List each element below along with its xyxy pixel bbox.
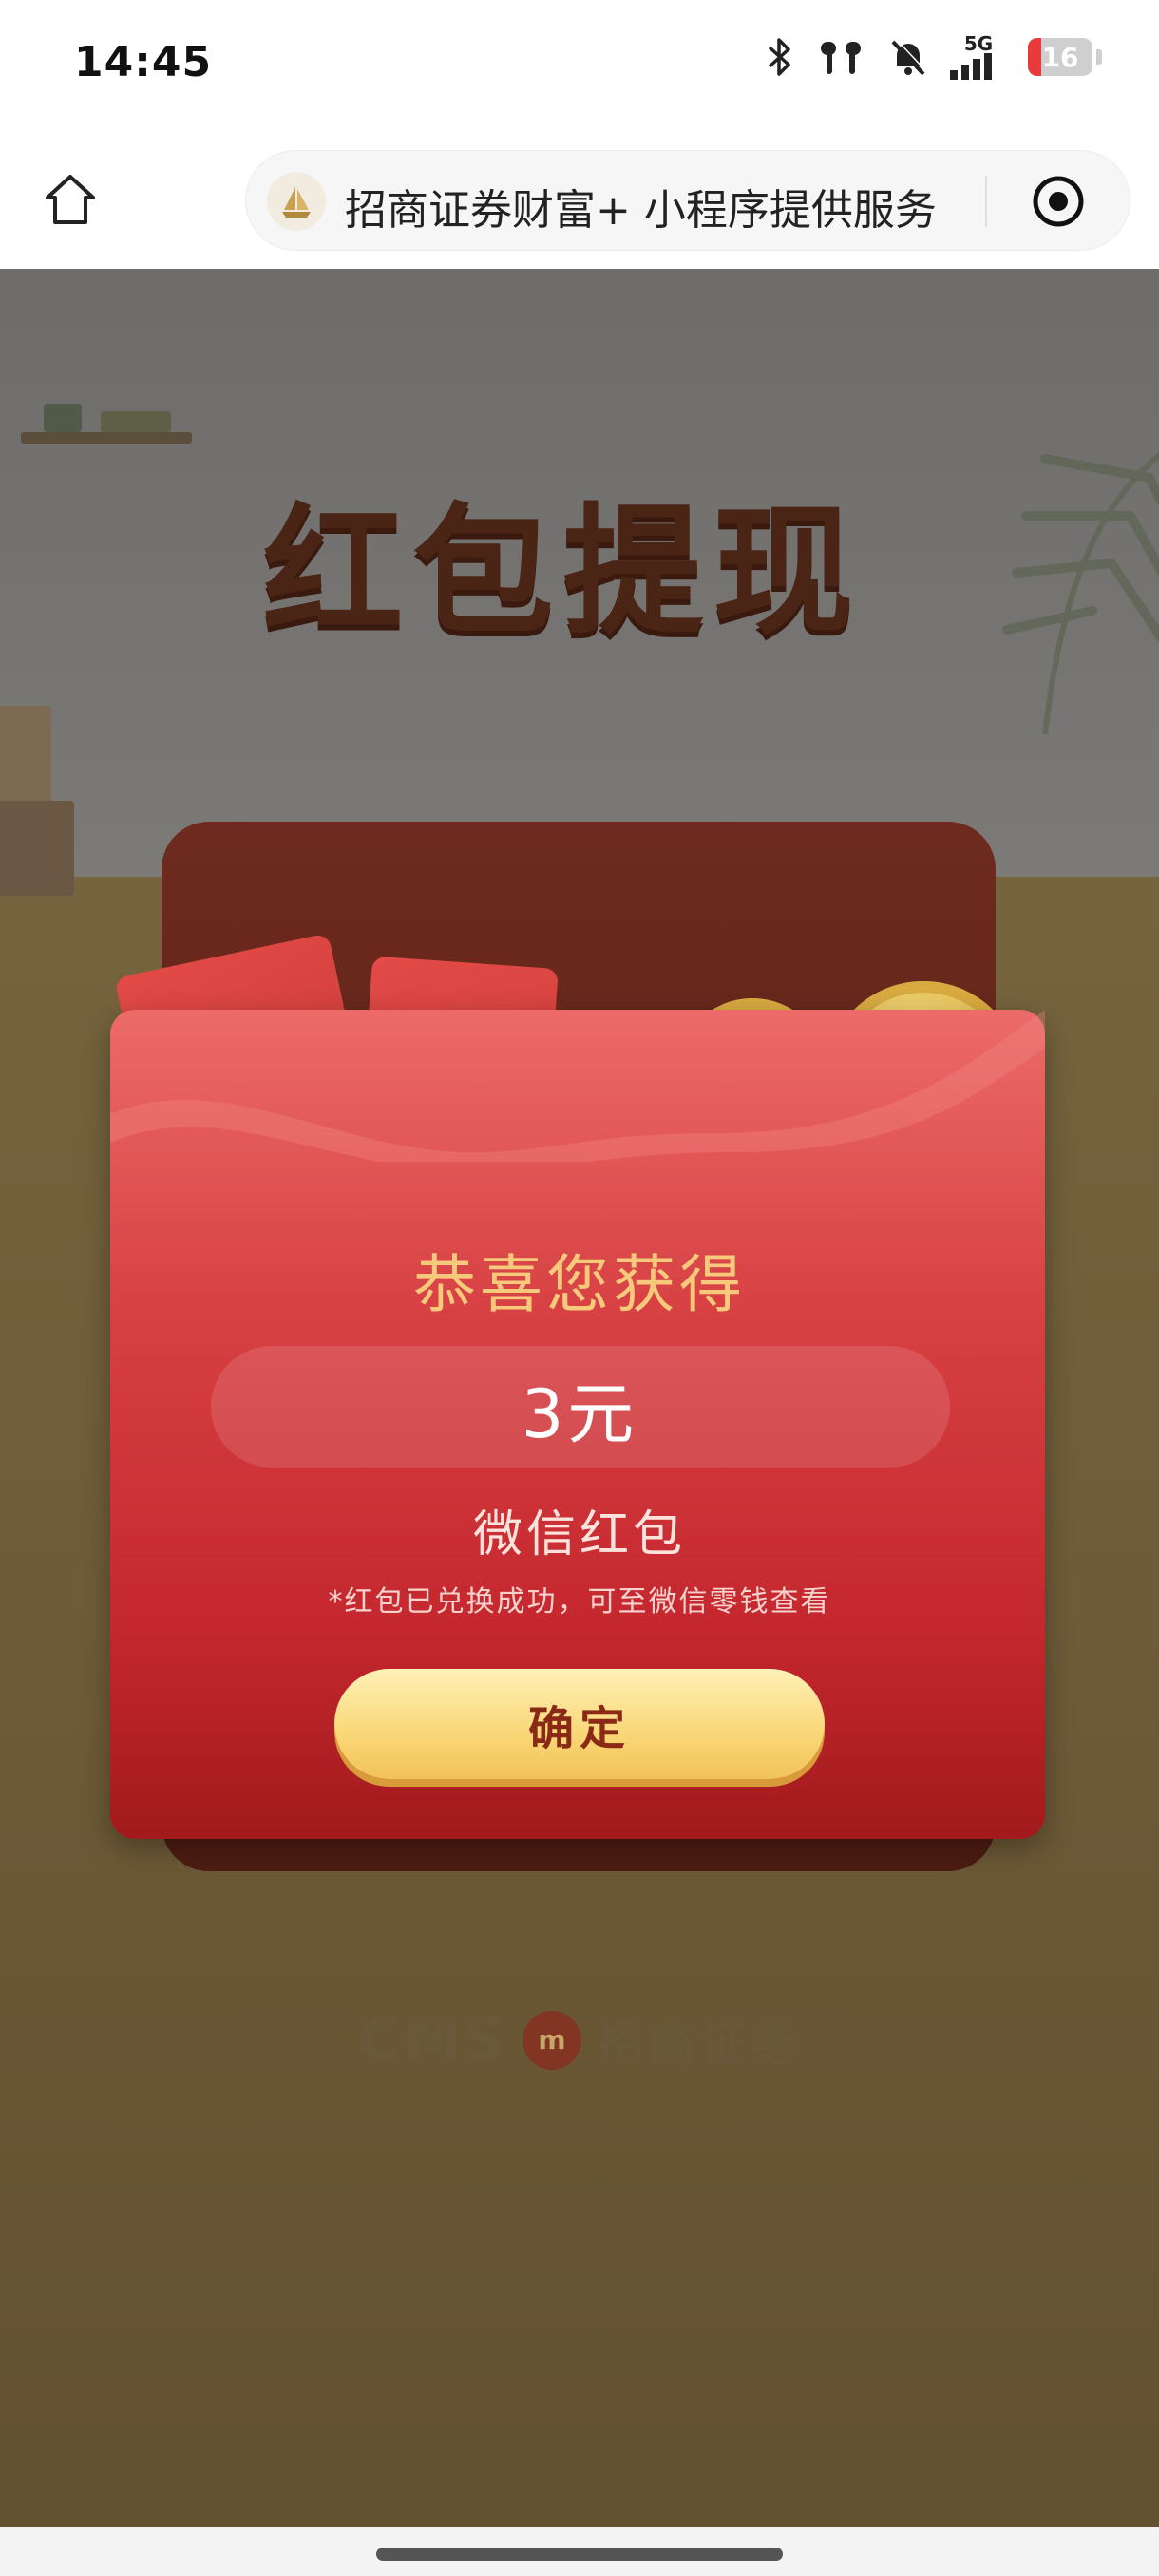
network-type: 5G	[963, 32, 994, 55]
reward-type: 微信红包	[472, 1506, 686, 1563]
cms-logo-chinese: 招商证券	[596, 2016, 802, 2072]
decor-plant	[44, 404, 82, 432]
close-mini-program-button[interactable]	[1029, 172, 1088, 231]
mini-program-logo	[267, 172, 326, 231]
reward-note: *红包已兑换成功，可至微信零钱查看	[328, 1585, 831, 1619]
mini-program-capsule: 招商证券财富+ 小程序提供服务	[245, 150, 1130, 251]
target-icon	[1033, 176, 1084, 227]
mini-program-title: 招商证券财富+ 小程序提供服务	[345, 186, 937, 235]
cms-logo-mark: m	[522, 2010, 581, 2070]
cms-logo-latin: CMS	[357, 2005, 507, 2074]
page-title: 红包提现	[262, 490, 864, 653]
status-bar: 14:45 5G 16	[0, 0, 1159, 133]
congrats-heading: 恭喜您获得	[413, 1248, 746, 1321]
envelope-flap	[110, 1010, 1045, 1162]
mute-bell-icon	[891, 38, 927, 76]
battery-tip	[1096, 49, 1102, 65]
reward-amount: 3元	[521, 1375, 638, 1453]
home-button[interactable]	[32, 161, 108, 237]
battery-level: 16	[1041, 41, 1079, 73]
page-content: 红包提现 ¥ ¥ 恭喜您获得 3元 微信红包 *红包已兑换成功，可至微信零钱查看…	[0, 269, 1159, 2527]
decor-shelf	[21, 432, 192, 444]
home-icon	[46, 175, 95, 224]
earbuds-icon	[821, 42, 861, 74]
confirm-button[interactable]: 确定	[334, 1669, 825, 1779]
decor-books	[0, 801, 74, 896]
bluetooth-icon	[768, 38, 790, 76]
status-time: 14:45	[74, 38, 213, 86]
battery-icon: 16	[1028, 38, 1092, 76]
cms-logo: CMS m 招商证券	[0, 2005, 1159, 2074]
home-gesture-bar[interactable]	[376, 2548, 783, 2561]
decor-box	[101, 411, 171, 432]
capsule-divider	[985, 176, 987, 227]
cellular-group: 5G	[950, 34, 1007, 80]
signal-icon	[950, 53, 992, 80]
mini-program-navbar: 招商证券财富+ 小程序提供服务	[0, 133, 1159, 269]
status-icons: 5G 16	[766, 34, 1102, 80]
